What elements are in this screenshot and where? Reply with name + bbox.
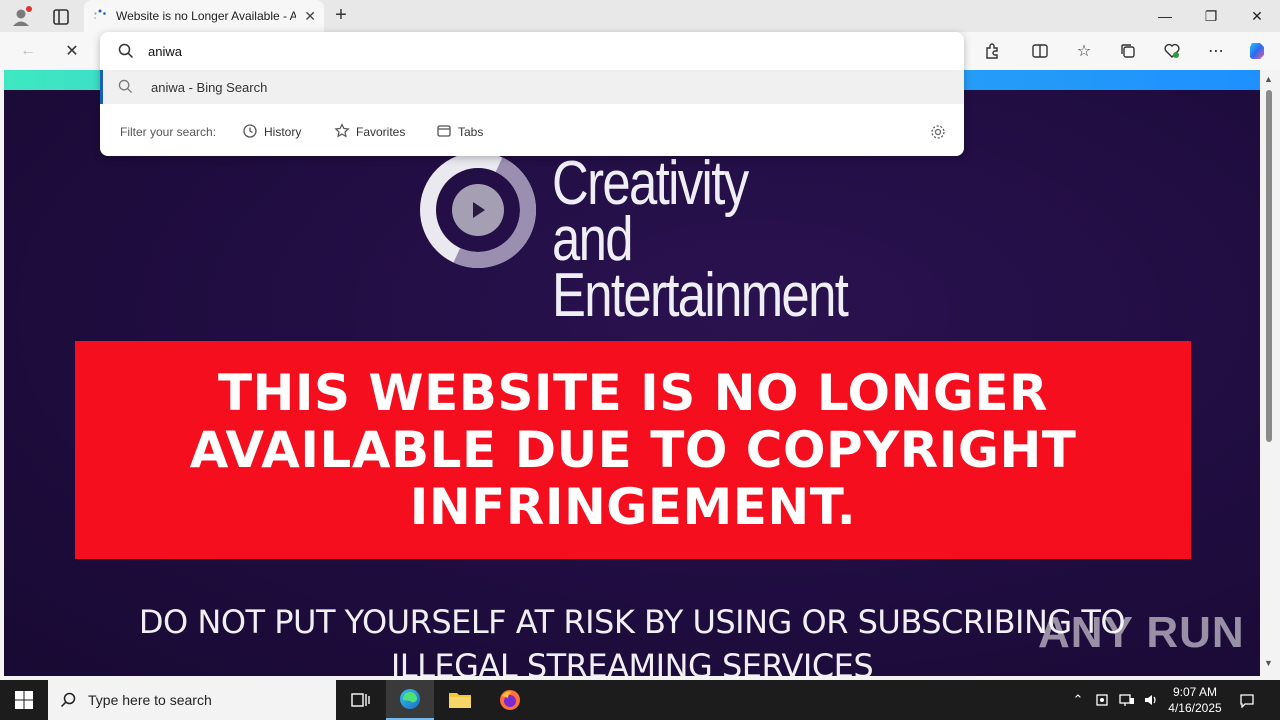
edge-taskbar-icon[interactable]: [386, 680, 434, 720]
filter-favorites[interactable]: Favorites: [334, 122, 406, 142]
logo-text: Creativity and Entertainment: [552, 149, 849, 330]
taskbar-search[interactable]: Type here to search: [48, 680, 336, 720]
suggestion-search-icon: [118, 79, 133, 99]
show-hidden-icons[interactable]: ⌃: [1068, 680, 1088, 720]
scroll-down-icon[interactable]: ▼: [1264, 658, 1273, 668]
firefox-icon[interactable]: [486, 680, 534, 720]
taskbar-search-placeholder: Type here to search: [88, 692, 212, 708]
logo-line-1: Creativity and: [552, 149, 749, 274]
clock-time: 9:07 AM: [1172, 685, 1218, 699]
scroll-thumb[interactable]: [1266, 90, 1272, 442]
split-screen-icon[interactable]: [1026, 38, 1054, 64]
search-filter-row: Filter your search: History Favorites Ta…: [100, 116, 964, 148]
filter-history[interactable]: History: [242, 123, 301, 142]
filter-history-label: History: [264, 125, 302, 139]
suggestion-text: aniwa - Bing Search: [151, 79, 268, 95]
system-clock[interactable]: 9:07 AM 4/16/2025: [1160, 684, 1230, 716]
meet-now-icon[interactable]: [1092, 680, 1114, 720]
loading-icon: [92, 8, 108, 24]
filter-label: Filter your search:: [120, 125, 217, 139]
file-explorer-icon[interactable]: [436, 680, 484, 720]
clock-date: 4/16/2025: [1168, 701, 1222, 715]
window-close-icon[interactable]: ✕: [1234, 0, 1280, 32]
taskbar-search-icon: [60, 692, 76, 713]
tab-title: Website is no Longer Available - A: [116, 9, 296, 23]
taskbar: Type here to search ⌃ 9:07 AM 4/16/2025: [0, 680, 1280, 720]
address-bar: [100, 32, 964, 70]
restore-icon[interactable]: ❐: [1188, 0, 1234, 32]
suggestion-item[interactable]: aniwa - Bing Search: [100, 70, 964, 104]
filter-tabs-label: Tabs: [458, 125, 484, 139]
tab-actions-icon[interactable]: [50, 6, 72, 28]
scroll-up-icon[interactable]: ▲: [1264, 74, 1273, 84]
volume-icon[interactable]: [1140, 680, 1162, 720]
address-bar-dropdown: aniwa - Bing Search Filter your search: …: [100, 32, 964, 156]
page-scrollbar[interactable]: ▲ ▼: [1260, 70, 1280, 676]
tabs-icon: [436, 123, 452, 142]
tab-active[interactable]: Website is no Longer Available - A ✕: [84, 0, 324, 32]
anyrun-watermark: ANY RUN: [1038, 608, 1245, 657]
windows-start-icon[interactable]: [0, 680, 48, 720]
copilot-icon[interactable]: [1244, 38, 1272, 64]
notifications-icon[interactable]: [1236, 680, 1258, 720]
play-icon: [452, 184, 504, 236]
history-icon: [242, 123, 258, 142]
profile-icon[interactable]: [10, 6, 32, 28]
logo-line-2: Entertainment: [552, 261, 849, 330]
warning-text: DO NOT PUT YOURSELF AT RISK BY USING OR …: [138, 603, 1126, 676]
browser-essentials-icon[interactable]: [1158, 38, 1186, 64]
filter-tabs[interactable]: Tabs: [436, 123, 483, 142]
minimize-icon[interactable]: —: [1142, 0, 1188, 32]
star-icon: [334, 122, 350, 142]
task-view-icon[interactable]: [336, 680, 384, 720]
network-icon[interactable]: [1116, 680, 1138, 720]
tab-strip: Website is no Longer Available - A ✕ + —…: [0, 0, 1280, 32]
tab-close-icon[interactable]: ✕: [304, 8, 316, 25]
more-menu-icon[interactable]: ⋯: [1202, 38, 1230, 64]
web-page: Creativity and Entertainment THIS WEBSIT…: [4, 70, 1260, 676]
search-icon: [118, 43, 134, 64]
stop-icon[interactable]: ✕: [58, 38, 86, 64]
banner-text: THIS WEBSITE IS NO LONGER AVAILABLE DUE …: [189, 363, 1077, 536]
filter-favorites-label: Favorites: [356, 125, 406, 139]
address-input[interactable]: [148, 41, 928, 61]
extensions-icon[interactable]: [978, 38, 1006, 64]
collections-icon[interactable]: [1114, 38, 1142, 64]
settings-gear-icon[interactable]: [930, 124, 946, 143]
copyright-banner: THIS WEBSITE IS NO LONGER AVAILABLE DUE …: [75, 341, 1191, 559]
favorites-icon[interactable]: ☆: [1070, 38, 1098, 64]
back-icon[interactable]: ←: [14, 38, 42, 64]
new-tab-icon[interactable]: +: [330, 5, 352, 27]
